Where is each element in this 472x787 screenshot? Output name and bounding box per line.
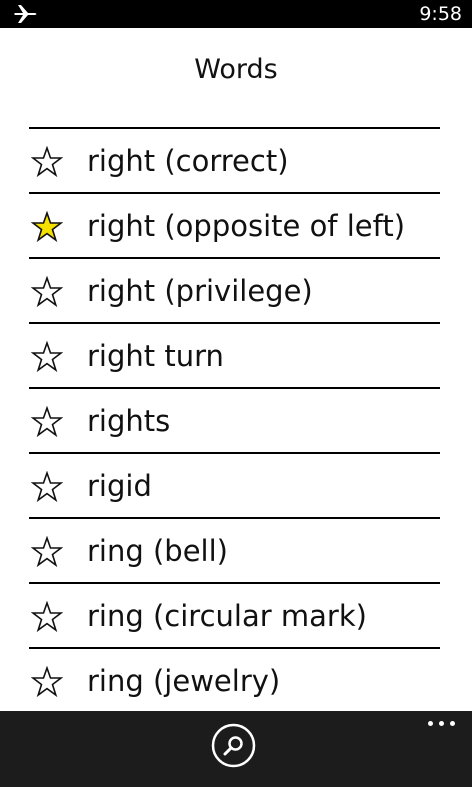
word-label: rights [87,404,171,438]
list-item[interactable]: rigid [29,454,440,519]
star-icon[interactable] [31,341,63,373]
word-label: ring (circular mark) [87,599,367,633]
word-list: right (correct) right (opposite of left)… [29,127,440,714]
list-item[interactable]: right turn [29,324,440,389]
list-item[interactable]: ring (circular mark) [29,584,440,649]
star-icon[interactable] [31,666,63,698]
star-icon[interactable] [31,601,63,633]
star-icon[interactable] [31,471,63,503]
list-item[interactable]: ring (jewelry) [29,649,440,714]
list-item[interactable]: right (correct) [29,129,440,194]
word-label: right (privilege) [87,274,313,308]
word-label: right (correct) [87,144,289,178]
more-dot [450,721,455,726]
word-label: rigid [87,469,152,503]
star-icon[interactable] [31,536,63,568]
more-icon[interactable] [426,715,458,731]
list-item[interactable]: ring (bell) [29,519,440,584]
page-title: Words [194,54,278,85]
airplane-icon [14,5,37,23]
status-bar: 9:58 [0,0,472,28]
list-item[interactable]: rights [29,389,440,454]
star-icon[interactable] [31,276,63,308]
word-label: right turn [87,339,224,373]
more-dot [439,721,444,726]
app-bar [0,711,472,787]
word-label: ring (jewelry) [87,664,281,698]
list-item[interactable]: right (opposite of left) [29,194,440,259]
star-icon[interactable] [31,146,63,178]
search-icon[interactable] [211,723,256,768]
word-label: right (opposite of left) [87,209,406,243]
list-item[interactable]: right (privilege) [29,259,440,324]
more-dot [428,721,433,726]
star-icon[interactable] [31,406,63,438]
word-label: ring (bell) [87,534,228,568]
status-clock: 9:58 [419,3,462,25]
star-filled-icon[interactable] [31,211,63,243]
